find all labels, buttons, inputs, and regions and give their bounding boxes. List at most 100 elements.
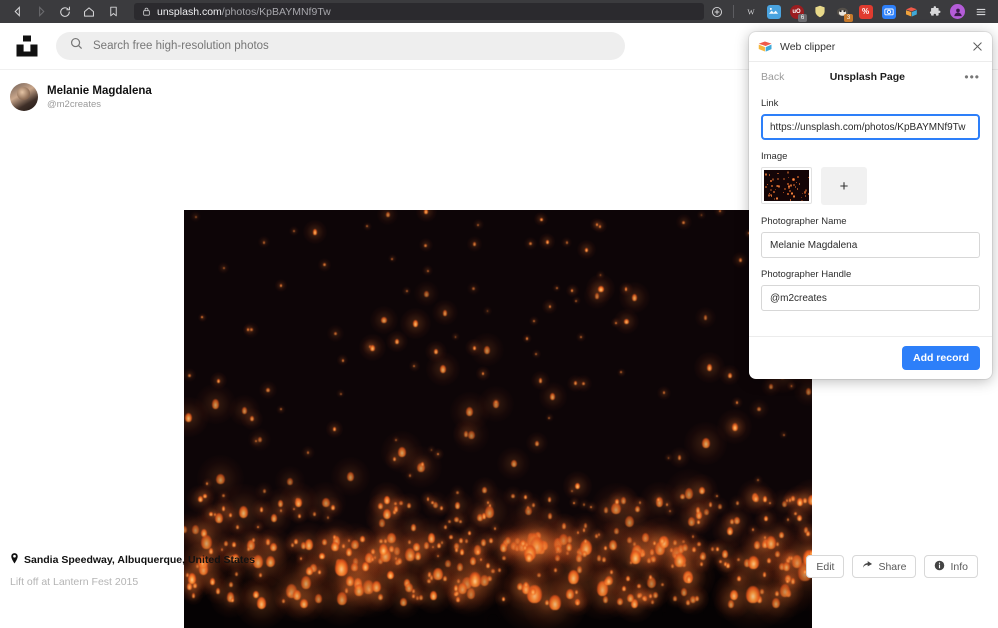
sky-lantern [678,455,682,460]
address-bar[interactable]: unsplash.com/photos/KpBAYMNf9Tw [134,3,704,20]
sky-lantern [757,407,761,412]
ublock-origin-icon[interactable]: uO 6 [787,2,806,21]
forward-arrow-icon[interactable] [30,2,52,22]
link-input[interactable] [761,114,980,140]
thumbnail-lantern [769,174,771,176]
privacy-badger-badge-count: 3 [844,14,853,22]
sky-lantern [511,460,517,468]
sky-lantern [381,317,386,323]
sky-lantern [198,496,203,502]
share-button[interactable]: Share [852,555,916,578]
image-extension-icon[interactable] [764,2,783,21]
thumbnail-lantern [773,191,775,194]
add-image-button[interactable]: + [821,167,867,205]
sky-lantern [615,499,618,503]
edit-button-label: Edit [816,561,834,573]
sky-lantern [383,509,391,519]
search-input[interactable] [93,40,611,52]
sky-lantern [340,393,342,395]
photographer-name-field-label: Photographer Name [761,216,980,227]
sky-lantern [216,474,225,485]
back-arrow-icon[interactable] [6,2,28,22]
unsplash-logo[interactable] [12,32,42,60]
photographer-avatar[interactable] [10,83,38,111]
sky-lantern [333,427,336,431]
field-photographer-name: Photographer Name [761,216,980,258]
photographer-handle[interactable]: @m2creates [47,98,152,111]
sky-lantern [260,507,264,512]
sky-lantern [539,378,542,382]
sky-lantern [533,320,535,322]
thumbnail-lantern [767,184,768,185]
sky-lantern [472,287,474,290]
thumbnail-lantern [790,184,792,187]
sky-lantern [680,494,684,500]
sky-lantern [440,365,446,373]
photo-location[interactable]: Sandia Speedway, Albuquerque, United Sta… [10,553,255,567]
sky-lantern [222,506,226,511]
add-record-button[interactable]: Add record [902,346,980,370]
photographer-name-input[interactable] [761,232,980,258]
sky-lantern [580,336,582,338]
sky-lantern [231,598,234,602]
clipper-titlebar: Web clipper [749,32,992,62]
screenshot-extension-icon[interactable] [879,2,898,21]
photo-meta: Sandia Speedway, Albuquerque, United Sta… [10,553,255,588]
sky-lantern [732,423,738,431]
sky-lantern [728,600,734,608]
sky-lantern [185,413,192,422]
thumbnail-lantern [797,176,798,178]
photographer-handle-input[interactable] [761,285,980,311]
wikipedia-extension-icon[interactable]: W [741,2,760,21]
sky-lantern [736,501,739,505]
search-bar[interactable] [56,32,625,60]
sky-lantern [529,242,531,245]
thumbnail-lantern [770,189,772,191]
sky-lantern [413,320,419,327]
info-circle-icon [934,560,945,574]
sky-lantern [440,506,443,510]
clipper-form: Link Image + Photographer Name Photograp… [749,92,992,336]
reload-icon[interactable] [54,2,76,22]
sky-lantern [526,337,528,339]
thumbnail-lantern [805,195,807,197]
info-button[interactable]: Info [924,555,978,578]
clipper-footer: Add record [749,336,992,379]
privacy-badger-icon[interactable]: 3 [833,2,852,21]
close-icon[interactable] [972,41,983,52]
thumbnail-lantern [775,189,776,190]
more-options-icon[interactable]: ••• [964,73,980,81]
thumbnail-lantern [765,173,767,176]
thumbnail-lantern [801,197,802,198]
sky-lantern [495,401,497,403]
sky-lantern [583,503,585,506]
airtable-clipper-icon[interactable] [902,2,921,21]
sky-lantern [400,598,406,606]
thumbnail-lantern [778,185,780,188]
noscript-extension-icon[interactable]: % [856,2,875,21]
sky-lantern [763,496,767,502]
clipped-image-thumbnail[interactable] [761,167,812,204]
edit-button[interactable]: Edit [806,555,844,578]
puzzle-extensions-icon[interactable] [925,2,944,21]
sky-lantern [266,388,269,392]
home-icon[interactable] [78,2,100,22]
thumbnail-lantern [796,182,797,183]
sky-lantern [596,223,598,226]
account-avatar-icon[interactable] [948,2,967,21]
photographer-name[interactable]: Melanie Magdalena [47,84,152,98]
sky-lantern [188,374,190,377]
sky-lantern [598,286,603,293]
shield-extension-icon[interactable] [810,2,829,21]
sky-lantern [434,349,438,354]
add-to-pocket-icon[interactable] [707,2,726,21]
hamburger-menu-icon[interactable] [971,2,990,21]
photographer-handle-field-label: Photographer Handle [761,269,980,280]
sky-lantern [627,594,634,602]
sky-lantern [653,541,656,545]
share-arrow-icon [862,560,873,574]
sky-lantern [448,520,450,523]
sky-lantern [540,218,543,221]
ublock-badge-count: 6 [798,14,807,22]
bookmark-icon[interactable] [102,2,124,22]
